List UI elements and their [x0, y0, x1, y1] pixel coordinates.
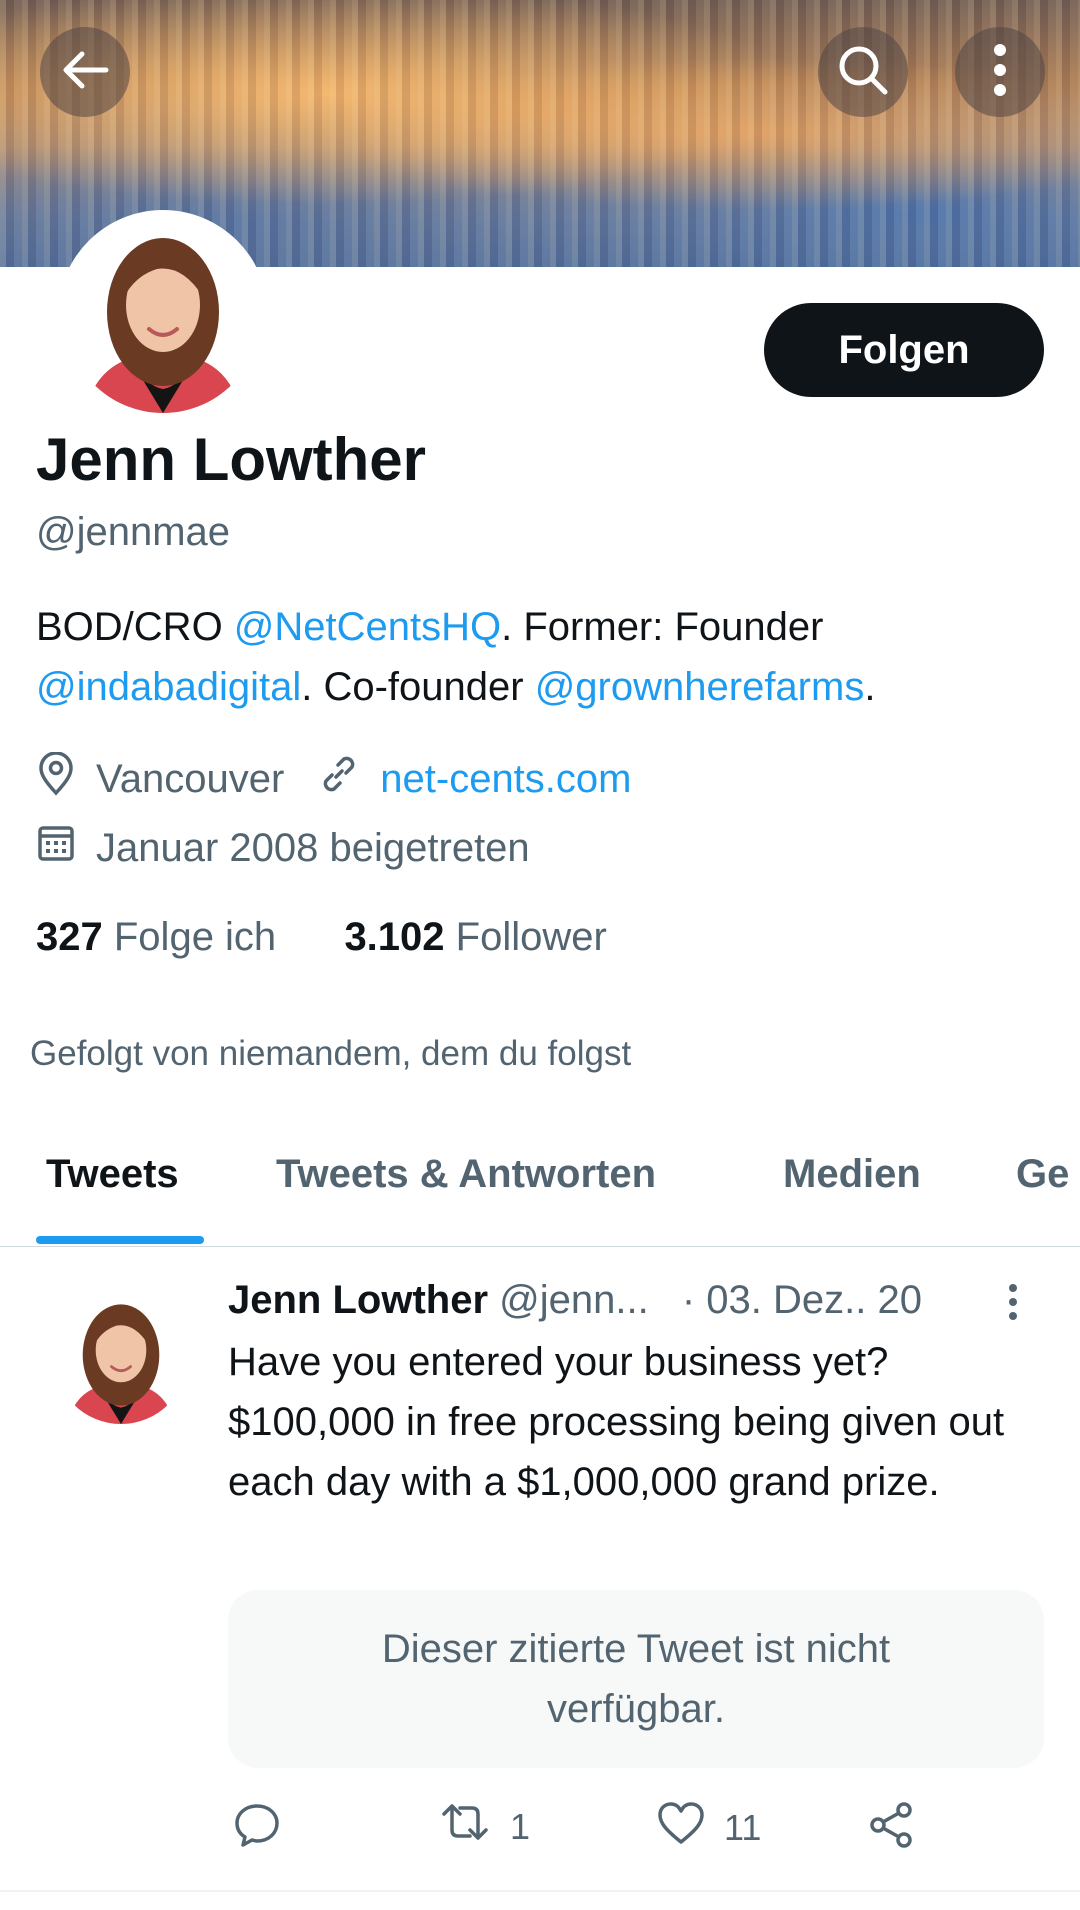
followers-stat[interactable]: 3.102 Follower — [344, 915, 606, 959]
more-vertical-icon — [1006, 1284, 1020, 1326]
retweet-icon — [438, 1800, 492, 1853]
profile-name: Jenn Lowther — [36, 426, 427, 493]
retweet-count: 1 — [510, 1805, 531, 1847]
reply-button[interactable] — [232, 1800, 282, 1859]
share-button[interactable] — [866, 1800, 916, 1859]
bio-text: . Former: Founder — [501, 605, 824, 649]
profile-avatar[interactable] — [58, 210, 268, 420]
followed-by-text: Gefolgt von niemandem, dem du folgst — [30, 1034, 632, 1073]
like-button[interactable]: 11 — [656, 1800, 761, 1855]
joined-text: Januar 2008 beigetreten — [96, 825, 530, 870]
followers-count: 3.102 — [344, 915, 445, 959]
profile-handle: @jennmae — [36, 510, 231, 554]
active-tab-indicator — [36, 1236, 204, 1244]
back-button[interactable] — [40, 27, 130, 117]
tweet-header: Jenn Lowther @jenn... · 03. Dez.. 20 — [228, 1278, 922, 1323]
profile-joined-row: Januar 2008 beigetreten — [36, 823, 530, 873]
search-button[interactable] — [818, 27, 908, 117]
tweet-author-avatar[interactable] — [54, 1290, 188, 1424]
arrow-left-icon — [60, 50, 110, 95]
bio-mention-link[interactable]: @NetCentsHQ — [234, 605, 501, 649]
quoted-tweet-unavailable: Dieser zitierte Tweet ist nicht verfügba… — [228, 1590, 1044, 1768]
location-text: Vancouver — [96, 756, 285, 801]
tab-tweets[interactable]: Tweets — [46, 1152, 179, 1197]
tab-tweets-replies[interactable]: Tweets & Antworten — [276, 1152, 656, 1197]
more-button[interactable] — [955, 27, 1045, 117]
profile-stats: 327 Folge ich 3.102 Follower — [36, 915, 607, 960]
follow-button[interactable]: Folgen — [764, 303, 1044, 397]
tweet-author-handle[interactable]: @jenn... — [499, 1278, 649, 1322]
reply-icon — [232, 1800, 282, 1859]
bio-mention-link[interactable]: @grownherefarms — [535, 665, 865, 709]
bio-text: . — [864, 665, 876, 709]
website-link[interactable]: net-cents.com — [380, 757, 631, 802]
tab-likes[interactable]: Ge — [1016, 1152, 1069, 1197]
tweet-divider — [0, 1890, 1080, 1892]
followers-label: Follower — [455, 915, 607, 959]
tab-media[interactable]: Medien — [783, 1152, 921, 1197]
link-icon — [318, 753, 380, 805]
bio-text: . Co-founder — [301, 665, 535, 709]
more-vertical-icon — [992, 43, 1008, 102]
profile-meta-row: Vancouver net-cents.com — [36, 751, 631, 806]
following-label: Folge ich — [113, 915, 277, 959]
tweet-actions: 1 11 — [0, 1800, 1080, 1860]
tweet-more-button[interactable] — [1006, 1282, 1020, 1327]
retweet-button[interactable]: 1 — [438, 1800, 530, 1853]
tweet-text: Have you entered your business yet? $100… — [228, 1340, 1005, 1504]
quote-unavailable-text: Dieser zitierte Tweet ist nicht verfügba… — [381, 1627, 891, 1731]
search-icon — [835, 42, 891, 103]
tweet-date[interactable]: · 03. Dez.. 20 — [682, 1278, 922, 1322]
following-stat[interactable]: 327 Folge ich — [36, 915, 276, 959]
like-count: 11 — [724, 1806, 762, 1848]
avatar-image — [65, 217, 261, 413]
profile-tabs: Tweets Tweets & Antworten Medien Ge — [0, 1140, 1080, 1247]
profile-bio: BOD/CRO @NetCentsHQ. Former: Founder @in… — [36, 597, 1046, 717]
tweet-author-name[interactable]: Jenn Lowther — [228, 1278, 488, 1322]
share-icon — [866, 1800, 916, 1859]
bio-text: BOD/CRO — [36, 605, 234, 649]
bio-mention-link[interactable]: @indabadigital — [36, 665, 301, 709]
following-count: 327 — [36, 915, 103, 959]
location-icon — [36, 751, 96, 806]
heart-icon — [656, 1800, 706, 1855]
calendar-icon — [36, 823, 96, 873]
